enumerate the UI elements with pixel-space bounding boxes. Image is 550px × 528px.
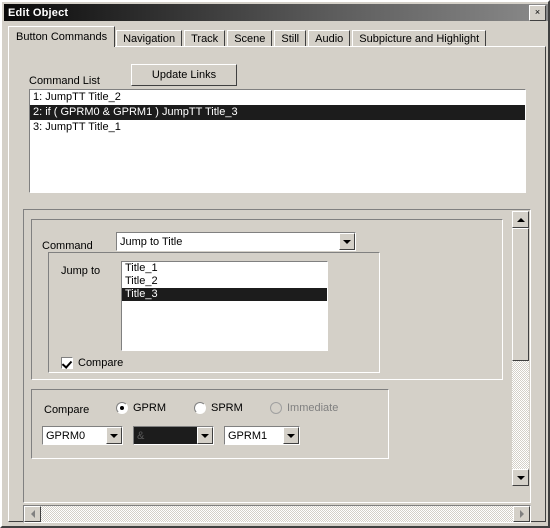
radio-dot-icon	[194, 402, 206, 414]
compare-group: Compare GPRM SPRM Immediate GPRM0 & GPRM…	[31, 389, 389, 459]
window-title: Edit Object	[8, 6, 69, 19]
command-detail-panel: Command Jump to Title Jump to Title_1 Ti…	[23, 209, 531, 503]
tab-panel-button-commands: Command List Update Links 1: JumpTT Titl…	[8, 46, 546, 523]
scroll-down-button[interactable]	[512, 469, 529, 486]
command-label: Command	[42, 240, 93, 252]
jump-to-group: Jump to Title_1 Title_2 Title_3 Compare	[48, 252, 380, 373]
operand-right-value: GPRM1	[228, 429, 268, 442]
triangle-right-icon	[519, 510, 524, 518]
vertical-scroll-track[interactable]	[512, 228, 529, 469]
command-detail-content: Command Jump to Title Jump to Title_1 Ti…	[25, 211, 513, 486]
horizontal-scrollbar[interactable]	[23, 505, 531, 523]
jump-to-item[interactable]: Title_1	[122, 262, 327, 275]
tab-label: Track	[191, 33, 219, 45]
triangle-up-icon	[516, 217, 525, 222]
chevron-down-icon[interactable]	[106, 427, 122, 444]
chevron-down-icon[interactable]	[339, 233, 355, 250]
radio-gprm[interactable]: GPRM	[116, 402, 166, 414]
tab-label: Button Commands	[16, 31, 108, 43]
command-list-row[interactable]: 1: JumpTT Title_2	[30, 90, 525, 105]
command-type-value: Jump to Title	[120, 235, 183, 248]
command-group: Command Jump to Title Jump to Title_1 Ti…	[31, 219, 503, 380]
tab-label: Audio	[315, 33, 344, 45]
scroll-left-button[interactable]	[24, 506, 41, 522]
tab-track[interactable]: Track	[184, 30, 226, 47]
radio-immediate: Immediate	[270, 402, 338, 414]
compare-checkbox[interactable]: Compare	[61, 357, 123, 369]
tab-label: Still	[281, 33, 300, 45]
update-links-button[interactable]: Update Links	[131, 64, 237, 86]
tab-label: Scene	[234, 33, 266, 45]
radio-sprm[interactable]: SPRM	[194, 402, 243, 414]
vertical-scroll-thumb[interactable]	[512, 228, 529, 361]
scroll-up-button[interactable]	[512, 211, 529, 228]
operator-value: &	[137, 429, 145, 442]
tab-label: Navigation	[123, 33, 176, 45]
operand-left-dropdown[interactable]: GPRM0	[42, 426, 123, 445]
checkmark-icon	[61, 357, 73, 369]
tab-subpicture-and-highlight[interactable]: Subpicture and Highlight	[352, 30, 487, 47]
operand-right-dropdown[interactable]: GPRM1	[224, 426, 300, 445]
radio-label: SPRM	[211, 402, 243, 414]
edit-object-dialog: Edit Object × Button Commands Navigation…	[0, 0, 550, 528]
vertical-scrollbar[interactable]	[512, 211, 529, 486]
chevron-down-icon[interactable]	[197, 427, 213, 444]
close-icon: ×	[534, 7, 541, 17]
compare-group-label: Compare	[44, 404, 90, 416]
scroll-right-button[interactable]	[513, 506, 530, 522]
tab-button-commands[interactable]: Button Commands	[8, 26, 116, 47]
tab-label: Subpicture and Highlight	[359, 33, 480, 45]
jump-to-label: Jump to	[61, 265, 101, 277]
operator-dropdown[interactable]: &	[133, 426, 214, 445]
tab-scene[interactable]: Scene	[227, 30, 273, 47]
tab-still[interactable]: Still	[274, 30, 307, 47]
radio-dot-icon	[116, 402, 128, 414]
triangle-down-icon	[516, 475, 525, 480]
command-list-label: Command List	[29, 75, 100, 87]
jump-to-listbox[interactable]: Title_1 Title_2 Title_3	[121, 261, 328, 351]
radio-label: GPRM	[133, 402, 166, 414]
compare-checkbox-label: Compare	[78, 357, 124, 369]
command-list-row[interactable]: 3: JumpTT Title_1	[30, 120, 525, 135]
operand-left-value: GPRM0	[46, 429, 86, 442]
tab-strip: Button Commands Navigation Track Scene S…	[8, 26, 546, 47]
chevron-down-icon[interactable]	[283, 427, 299, 444]
triangle-left-icon	[30, 510, 35, 518]
radio-dot-icon	[270, 402, 282, 414]
title-bar[interactable]: Edit Object ×	[4, 4, 548, 21]
jump-to-item[interactable]: Title_3	[122, 288, 327, 301]
tab-audio[interactable]: Audio	[308, 30, 351, 47]
command-list-row[interactable]: 2: if ( GPRM0 & GPRM1 ) JumpTT Title_3	[30, 105, 525, 120]
command-list-box[interactable]: 1: JumpTT Title_2 2: if ( GPRM0 & GPRM1 …	[29, 89, 526, 193]
radio-label: Immediate	[287, 402, 339, 414]
tab-navigation[interactable]: Navigation	[116, 30, 183, 47]
jump-to-item[interactable]: Title_2	[122, 275, 327, 288]
command-type-dropdown[interactable]: Jump to Title	[116, 232, 356, 251]
close-button[interactable]: ×	[529, 4, 546, 21]
